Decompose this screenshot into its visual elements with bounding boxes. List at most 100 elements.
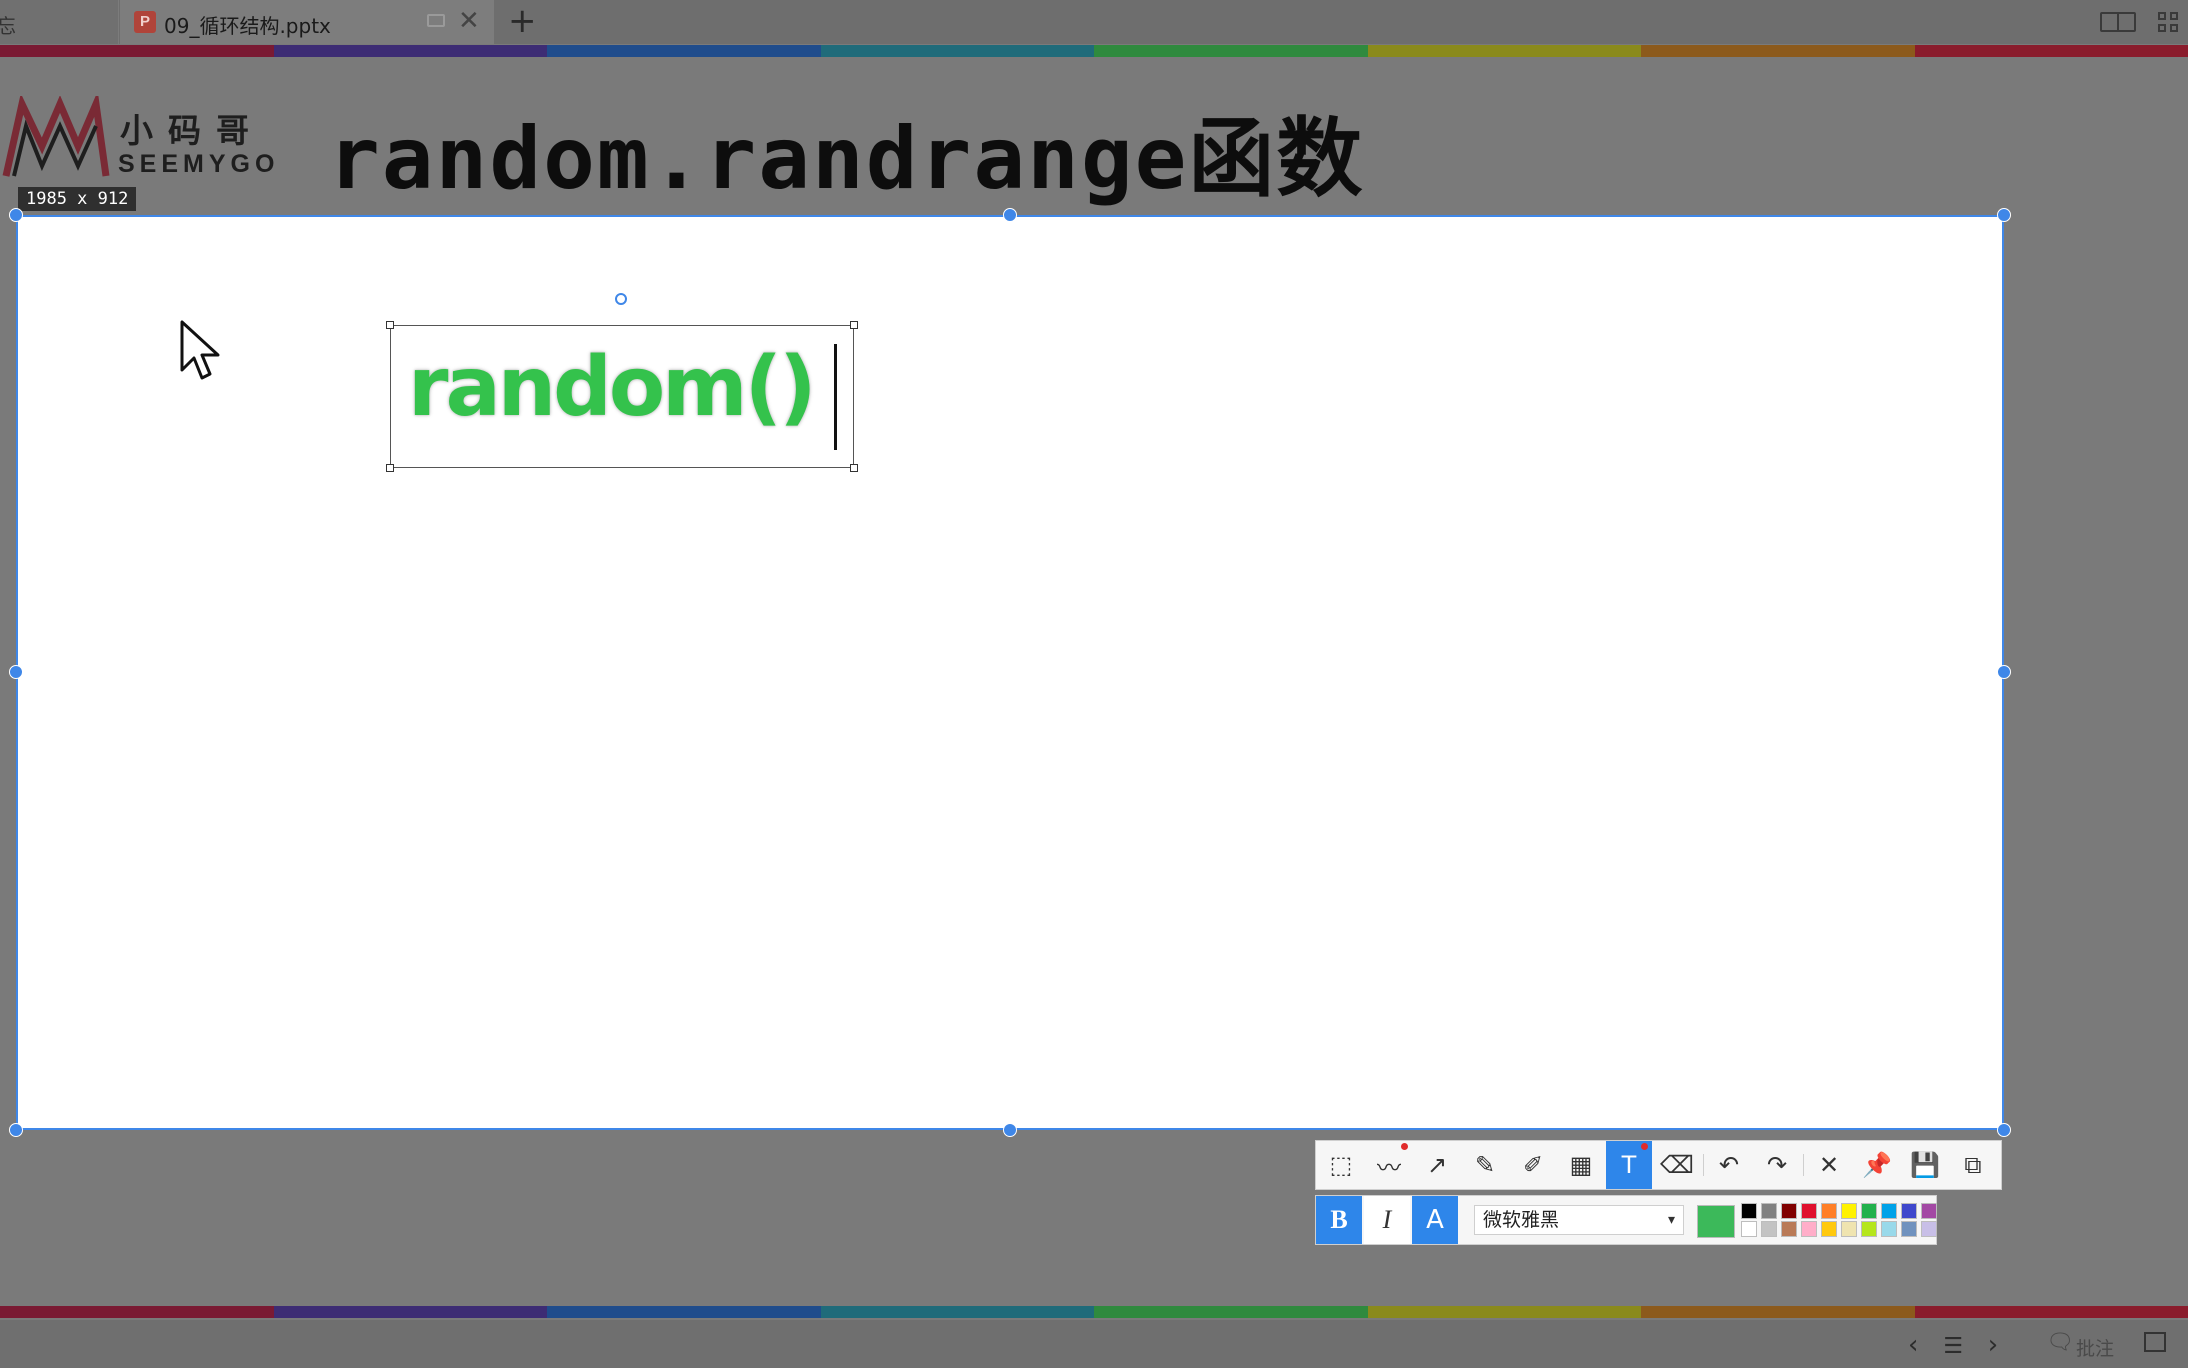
font-select[interactable]: 微软雅黑 ▾ <box>1474 1205 1684 1235</box>
monitor-icon[interactable] <box>427 14 445 27</box>
highlighter-icon: ✐ <box>1522 1151 1544 1179</box>
annotate-label[interactable]: 批注 <box>2076 1334 2114 1361</box>
italic-button[interactable]: I <box>1364 1196 1410 1244</box>
status-bar <box>0 1320 2188 1368</box>
resize-handle-bottom-right[interactable] <box>1997 1123 2011 1137</box>
pin-icon: 📌 <box>1862 1151 1892 1179</box>
textbox-handle-bottom-left[interactable] <box>386 464 394 472</box>
color-swatch[interactable] <box>1801 1203 1817 1219</box>
resize-handle-left[interactable] <box>9 665 23 679</box>
pencil-tool[interactable]: ✎ <box>1462 1141 1508 1189</box>
new-tab-button[interactable]: + <box>508 2 537 40</box>
layout-panel-icon[interactable] <box>2144 1332 2166 1352</box>
powerpoint-file-icon: P <box>134 11 156 33</box>
eraser-tool[interactable]: ⌫ <box>1654 1141 1700 1189</box>
color-swatch[interactable] <box>1861 1203 1877 1219</box>
text-icon: T <box>1621 1151 1637 1179</box>
capture-region[interactable] <box>16 215 2004 1130</box>
rotate-handle[interactable] <box>615 293 627 305</box>
rectangle-ellipse-icon: ⬚ <box>1329 1151 1353 1179</box>
slide-navigation: ‹ ☰ › <box>1908 1330 1998 1360</box>
color-swatch[interactable] <box>1901 1221 1917 1237</box>
undo-button[interactable]: ↶ <box>1706 1141 1752 1189</box>
resize-handle-top[interactable] <box>1003 208 1017 222</box>
mosaic-icon: ▦ <box>1569 1151 1593 1179</box>
color-swatch[interactable] <box>1741 1203 1757 1219</box>
active-indicator-dot <box>1401 1143 1408 1150</box>
textbox-handle-top-left[interactable] <box>386 321 394 329</box>
annotate-icon[interactable]: 🗨 <box>2046 1330 2074 1355</box>
cancel-icon: ✕ <box>1818 1151 1840 1179</box>
color-swatch[interactable] <box>1781 1203 1797 1219</box>
toolbar-divider <box>1703 1154 1704 1176</box>
tab-previous[interactable]: 忘 <box>0 0 119 44</box>
seemygo-logo-icon <box>2 96 110 177</box>
resize-handle-top-right[interactable] <box>1997 208 2011 222</box>
bottom-color-stripe <box>0 1306 2188 1318</box>
color-swatch[interactable] <box>1901 1203 1917 1219</box>
cancel-button[interactable]: ✕ <box>1806 1141 1852 1189</box>
active-indicator-dot <box>1641 1143 1648 1150</box>
slide-title: random.randrange函数 <box>328 109 1365 209</box>
slide-list-icon[interactable]: ☰ <box>1943 1334 1963 1359</box>
color-swatch[interactable] <box>1841 1203 1857 1219</box>
text-format-toolbar: B I A 微软雅黑 ▾ <box>1315 1195 1937 1245</box>
color-swatch[interactable] <box>1921 1221 1937 1237</box>
resize-handle-right[interactable] <box>1997 665 2011 679</box>
color-swatch[interactable] <box>1841 1221 1857 1237</box>
redo-button[interactable]: ↷ <box>1754 1141 1800 1189</box>
textbox-handle-bottom-right[interactable] <box>850 464 858 472</box>
color-swatch[interactable] <box>1761 1203 1777 1219</box>
top-color-stripe <box>0 45 2188 57</box>
next-slide-icon[interactable]: › <box>1988 1330 1998 1360</box>
resize-handle-bottom[interactable] <box>1003 1123 1017 1137</box>
highlighter-tool[interactable]: ✐ <box>1510 1141 1556 1189</box>
eraser-icon: ⌫ <box>1660 1151 1694 1179</box>
bold-button[interactable]: B <box>1316 1196 1362 1244</box>
color-swatch[interactable] <box>1921 1203 1937 1219</box>
color-swatch[interactable] <box>1821 1203 1837 1219</box>
chevron-down-icon: ▾ <box>1667 1212 1675 1228</box>
current-color-swatch[interactable] <box>1697 1205 1735 1238</box>
color-swatch[interactable] <box>1861 1221 1877 1237</box>
resize-handle-top-left[interactable] <box>9 208 23 222</box>
mouse-pointer-icon <box>180 320 220 380</box>
color-swatch[interactable] <box>1781 1221 1797 1237</box>
copy-button[interactable]: ⧉ <box>1950 1141 1996 1189</box>
pin-button[interactable]: 📌 <box>1854 1141 1900 1189</box>
mosaic-tool[interactable]: ▦ <box>1558 1141 1604 1189</box>
save-icon: 💾 <box>1910 1151 1940 1179</box>
text-annotation-content[interactable]: random() <box>408 340 817 435</box>
rectangle-ellipse-tool[interactable]: ⬚ <box>1318 1141 1364 1189</box>
color-swatch[interactable] <box>1821 1221 1837 1237</box>
arrow-icon: ↗ <box>1426 1151 1448 1179</box>
color-swatch[interactable] <box>1801 1221 1817 1237</box>
resize-handle-bottom-left[interactable] <box>9 1123 23 1137</box>
reading-mode-icon[interactable] <box>2100 12 2136 32</box>
grid-view-icon[interactable] <box>2158 12 2180 34</box>
close-tab-icon[interactable]: ✕ <box>458 6 480 36</box>
tab-previous-label: 忘 <box>0 14 16 38</box>
color-swatch[interactable] <box>1761 1221 1777 1237</box>
color-swatch[interactable] <box>1741 1221 1757 1237</box>
toolbar-divider <box>1803 1154 1804 1176</box>
capture-size-label: 1985 x 912 <box>18 187 137 211</box>
text-tool[interactable]: T <box>1606 1141 1652 1189</box>
text-caret <box>834 344 837 450</box>
tab-title[interactable]: 09_循环结构.pptx <box>164 10 331 39</box>
undo-icon: ↶ <box>1718 1151 1740 1179</box>
save-button[interactable]: 💾 <box>1902 1141 1948 1189</box>
polyline-tool[interactable]: 〰 <box>1366 1141 1412 1189</box>
redo-icon: ↷ <box>1766 1151 1788 1179</box>
copy-icon: ⧉ <box>1964 1151 1982 1179</box>
annotation-toolbar: ⬚ 〰 ↗ ✎ ✐ ▦ T ⌫ ↶ ↷ ✕ 📌 💾 ⧉ <box>1315 1140 2002 1190</box>
color-swatch[interactable] <box>1881 1203 1897 1219</box>
font-select-value: 微软雅黑 <box>1483 1209 1560 1231</box>
logo-chinese-text: 小码哥 <box>120 111 264 150</box>
color-swatch[interactable] <box>1881 1221 1897 1237</box>
arrow-tool[interactable]: ↗ <box>1414 1141 1460 1189</box>
previous-slide-icon[interactable]: ‹ <box>1908 1330 1918 1360</box>
textbox-handle-top-right[interactable] <box>850 321 858 329</box>
polyline-icon: 〰 <box>1377 1153 1401 1182</box>
outline-text-button[interactable]: A <box>1412 1196 1458 1244</box>
